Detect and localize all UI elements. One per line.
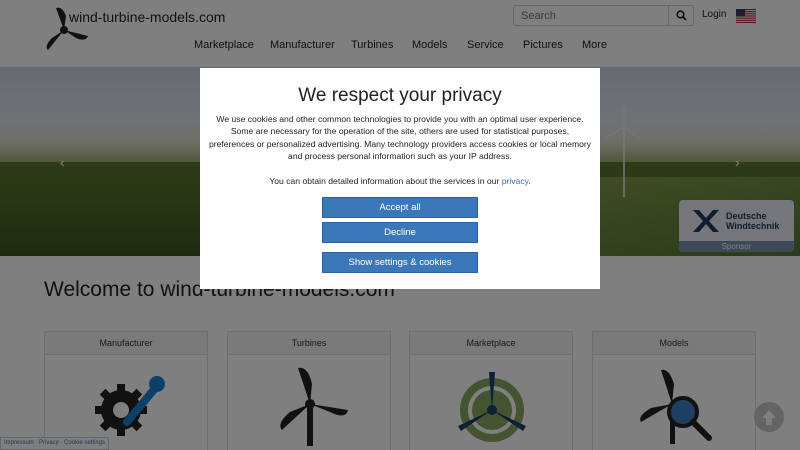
dialog-body: We use cookies and other common technolo… [208, 114, 592, 161]
show-settings-button[interactable]: Show settings & cookies [322, 252, 478, 273]
dialog-title: We respect your privacy [298, 85, 502, 106]
decline-button[interactable]: Decline [322, 222, 478, 243]
dialog-services-text: You can obtain detailed information abou… [269, 176, 531, 186]
privacy-link[interactable]: privacy [502, 176, 529, 186]
page: wind-turbine-models.com Login Marketplac… [0, 0, 800, 450]
cookie-consent-dialog: We respect your privacy We use cookies a… [200, 68, 600, 289]
accept-all-button[interactable]: Accept all [322, 197, 478, 218]
services-text: You can obtain detailed information abou… [269, 176, 500, 186]
